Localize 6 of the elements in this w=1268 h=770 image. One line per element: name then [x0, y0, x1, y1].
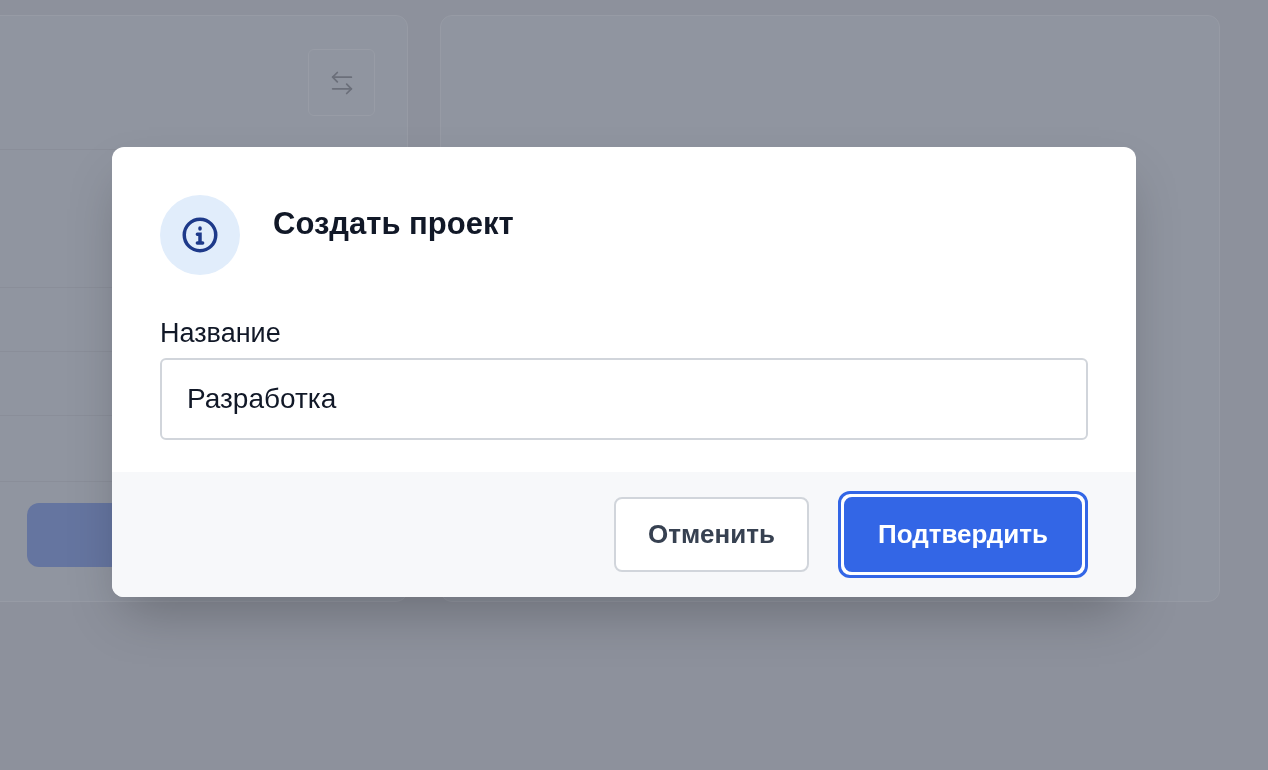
- cancel-button[interactable]: Отменить: [613, 496, 809, 572]
- name-field[interactable]: Разработка: [160, 357, 1088, 440]
- field-label: Название: [160, 317, 281, 350]
- confirm-button[interactable]: Подтвердить: [844, 496, 1082, 572]
- dialog-title: Создать проект: [273, 205, 514, 241]
- swap-button[interactable]: [308, 49, 375, 116]
